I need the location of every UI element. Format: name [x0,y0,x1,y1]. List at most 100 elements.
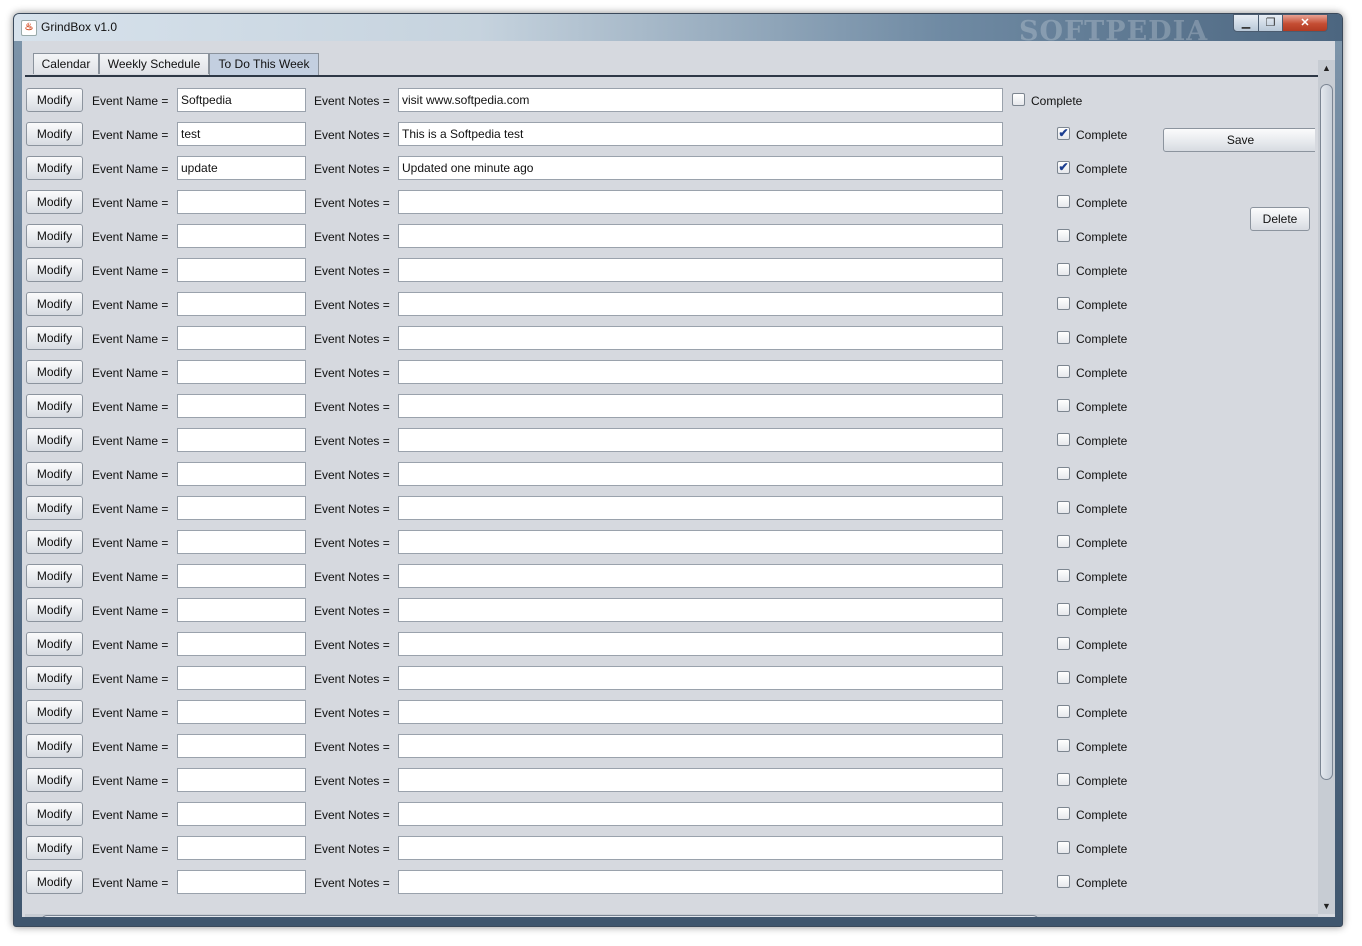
modify-button[interactable]: Modify [26,632,83,656]
complete-checkbox[interactable] [1057,331,1070,344]
horizontal-scrollbar[interactable]: ◀ ▶ [25,914,1318,917]
event-notes-field[interactable] [398,326,1003,350]
modify-button[interactable]: Modify [26,88,83,112]
event-notes-field[interactable] [398,224,1003,248]
modify-button[interactable]: Modify [26,768,83,792]
title-bar[interactable]: ♨ GrindBox v1.0 SOFTPEDIA ▁ ❐ ✕ [14,14,1342,47]
tab-weekly-schedule[interactable]: Weekly Schedule [99,53,209,74]
modify-button[interactable]: Modify [26,666,83,690]
event-notes-field[interactable] [398,258,1003,282]
complete-checkbox[interactable] [1057,195,1070,208]
complete-checkbox[interactable] [1057,875,1070,888]
complete-label[interactable]: Complete [1076,604,1127,618]
event-name-field[interactable] [177,734,306,758]
event-notes-field[interactable] [398,632,1003,656]
event-name-field[interactable] [177,836,306,860]
modify-button[interactable]: Modify [26,836,83,860]
event-notes-field[interactable] [398,598,1003,622]
complete-label[interactable]: Complete [1076,536,1127,550]
event-name-field[interactable] [177,768,306,792]
event-name-field[interactable] [177,700,306,724]
event-notes-field[interactable] [398,292,1003,316]
scroll-right-icon[interactable]: ▶ [1302,914,1318,917]
complete-label[interactable]: Complete [1076,434,1127,448]
event-notes-field[interactable] [398,190,1003,214]
event-name-field[interactable] [177,88,306,112]
horizontal-scroll-thumb[interactable] [41,915,1039,917]
modify-button[interactable]: Modify [26,326,83,350]
complete-label[interactable]: Complete [1076,298,1127,312]
complete-label[interactable]: Complete [1031,94,1082,108]
event-notes-field[interactable] [398,428,1003,452]
scroll-up-icon[interactable]: ▲ [1318,60,1335,76]
event-name-field[interactable] [177,462,306,486]
tab-calendar[interactable]: Calendar [33,53,99,74]
event-name-field[interactable] [177,666,306,690]
event-name-field[interactable] [177,326,306,350]
complete-checkbox[interactable] [1057,263,1070,276]
event-name-field[interactable] [177,802,306,826]
complete-checkbox[interactable] [1057,637,1070,650]
complete-label[interactable]: Complete [1076,842,1127,856]
complete-checkbox[interactable] [1057,297,1070,310]
modify-button[interactable]: Modify [26,224,83,248]
event-name-field[interactable] [177,156,306,180]
complete-label[interactable]: Complete [1076,638,1127,652]
complete-checkbox[interactable] [1057,841,1070,854]
complete-label[interactable]: Complete [1076,230,1127,244]
complete-checkbox[interactable] [1057,229,1070,242]
complete-label[interactable]: Complete [1076,876,1127,890]
event-name-field[interactable] [177,360,306,384]
event-name-field[interactable] [177,530,306,554]
complete-checkbox[interactable] [1057,501,1070,514]
complete-label[interactable]: Complete [1076,162,1127,176]
event-notes-field[interactable] [398,802,1003,826]
complete-checkbox[interactable] [1057,807,1070,820]
modify-button[interactable]: Modify [26,190,83,214]
event-notes-field[interactable] [398,564,1003,588]
complete-checkbox[interactable] [1057,399,1070,412]
modify-button[interactable]: Modify [26,360,83,384]
complete-label[interactable]: Complete [1076,672,1127,686]
event-name-field[interactable] [177,394,306,418]
complete-checkbox[interactable] [1057,569,1070,582]
complete-checkbox[interactable] [1057,433,1070,446]
complete-label[interactable]: Complete [1076,196,1127,210]
complete-label[interactable]: Complete [1076,502,1127,516]
complete-checkbox[interactable] [1057,535,1070,548]
event-name-field[interactable] [177,564,306,588]
event-notes-field[interactable] [398,666,1003,690]
event-name-field[interactable] [177,870,306,894]
event-notes-field[interactable] [398,700,1003,724]
delete-button[interactable]: Delete [1250,207,1310,231]
event-name-field[interactable] [177,428,306,452]
close-button[interactable]: ✕ [1282,14,1328,32]
event-notes-field[interactable] [398,870,1003,894]
modify-button[interactable]: Modify [26,598,83,622]
complete-label[interactable]: Complete [1076,366,1127,380]
modify-button[interactable]: Modify [26,564,83,588]
modify-button[interactable]: Modify [26,700,83,724]
event-notes-field[interactable] [398,122,1003,146]
event-notes-field[interactable] [398,156,1003,180]
complete-label[interactable]: Complete [1076,808,1127,822]
complete-label[interactable]: Complete [1076,128,1127,142]
modify-button[interactable]: Modify [26,870,83,894]
complete-label[interactable]: Complete [1076,400,1127,414]
modify-button[interactable]: Modify [26,292,83,316]
modify-button[interactable]: Modify [26,258,83,282]
complete-label[interactable]: Complete [1076,740,1127,754]
complete-checkbox[interactable] [1012,93,1025,106]
event-name-field[interactable] [177,496,306,520]
vertical-scrollbar[interactable]: ▲ ▼ [1318,60,1335,914]
event-name-field[interactable] [177,292,306,316]
scroll-left-icon[interactable]: ◀ [25,914,41,917]
modify-button[interactable]: Modify [26,530,83,554]
maximize-button[interactable]: ❐ [1258,14,1283,32]
complete-label[interactable]: Complete [1076,332,1127,346]
event-notes-field[interactable] [398,768,1003,792]
event-notes-field[interactable] [398,462,1003,486]
modify-button[interactable]: Modify [26,428,83,452]
event-name-field[interactable] [177,122,306,146]
event-notes-field[interactable] [398,360,1003,384]
